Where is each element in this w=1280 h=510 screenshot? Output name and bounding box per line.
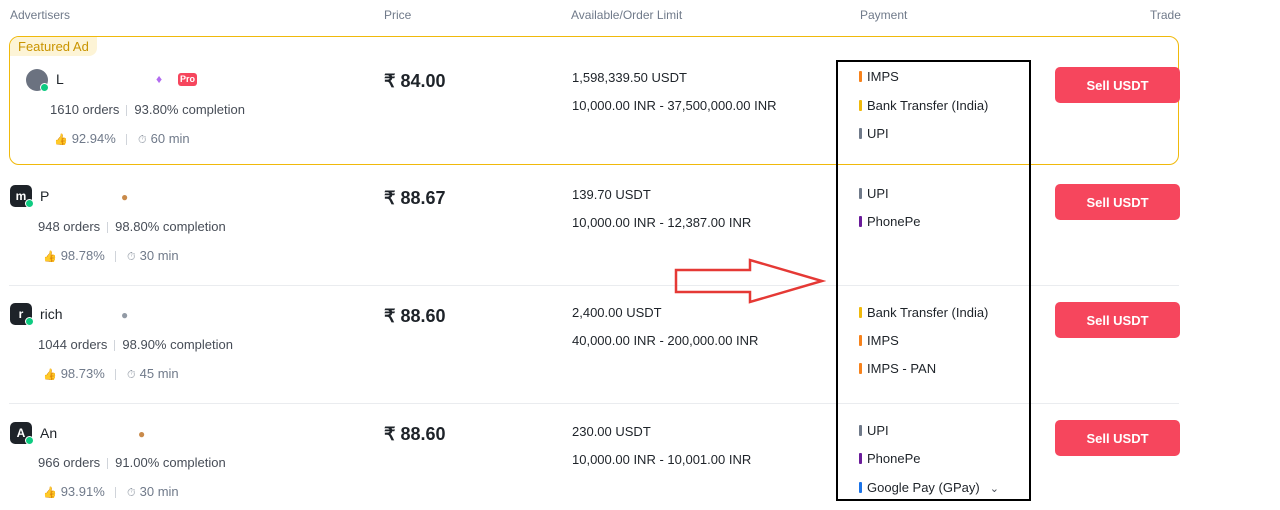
stat-divider xyxy=(126,105,128,117)
verified-diamond-icon: ♦ xyxy=(156,72,163,86)
rating-stats: 👍 92.94% ⏱ 60 min xyxy=(54,131,190,147)
currency-symbol: ₹ xyxy=(384,306,396,326)
cookie-badge-icon: ● xyxy=(121,308,129,322)
payment-time: 45 min xyxy=(139,366,179,381)
order-limit: 10,000.00 INR - 37,500,000.00 INR xyxy=(572,98,777,113)
advertiser-name[interactable]: rich xyxy=(40,306,63,322)
header-trade: Trade xyxy=(1150,8,1181,22)
order-limit: 40,000.00 INR - 200,000.00 INR xyxy=(572,333,759,348)
cookie-badge-icon: ● xyxy=(138,427,146,441)
thumbs-up-icon: 👍 xyxy=(43,369,57,381)
price: ₹ 84.00 xyxy=(384,71,446,92)
header-available: Available/Order Limit xyxy=(571,8,683,22)
thumbs-up-icon: 👍 xyxy=(43,487,57,499)
completion-rate: 98.90% completion xyxy=(122,337,233,352)
positive-rate: 93.91% xyxy=(60,484,105,499)
price: ₹ 88.60 xyxy=(384,424,446,445)
stat-divider xyxy=(126,134,128,146)
order-stats: 966 orders 91.00% completion xyxy=(38,455,226,470)
header-advertisers: Advertisers xyxy=(10,8,71,22)
payment-time: 60 min xyxy=(150,131,190,146)
available-amount: 139.70 USDT xyxy=(572,187,651,202)
stat-divider xyxy=(115,369,117,381)
thumbs-up-icon: 👍 xyxy=(43,251,57,263)
rating-stats: 👍 98.78% ⏱ 30 min xyxy=(43,248,179,264)
advertiser-name[interactable]: An xyxy=(40,425,57,441)
orders-count: 948 orders xyxy=(38,219,101,234)
currency-symbol: ₹ xyxy=(384,188,396,208)
header-payment: Payment xyxy=(860,8,908,22)
payment-time: 30 min xyxy=(139,484,179,499)
stat-divider xyxy=(114,340,116,352)
available-amount: 2,400.00 USDT xyxy=(572,305,662,320)
arrow-shape xyxy=(674,258,826,304)
positive-rate: 98.73% xyxy=(60,366,105,381)
currency-symbol: ₹ xyxy=(384,71,396,91)
orders-count: 1044 orders xyxy=(38,337,108,352)
stat-divider xyxy=(115,251,117,263)
order-limit: 10,000.00 INR - 10,001.00 INR xyxy=(572,452,752,467)
advertiser-name[interactable]: P xyxy=(40,188,49,204)
online-indicator xyxy=(25,317,34,326)
sell-usdt-button[interactable]: Sell USDT xyxy=(1055,302,1180,338)
completion-rate: 98.80% completion xyxy=(115,219,226,234)
sell-usdt-button[interactable]: Sell USDT xyxy=(1055,67,1180,103)
order-stats: 1044 orders 98.90% completion xyxy=(38,337,233,352)
rating-stats: 👍 98.73% ⏱ 45 min xyxy=(43,366,179,382)
thumbs-up-icon: 👍 xyxy=(54,134,68,146)
price-value: 88.60 xyxy=(400,306,446,326)
price-value: 88.67 xyxy=(400,188,446,208)
timer-icon: ⏱ xyxy=(127,487,136,499)
completion-rate: 91.00% completion xyxy=(115,455,226,470)
red-arrow-annotation xyxy=(674,258,826,304)
available-amount: 230.00 USDT xyxy=(572,424,651,439)
stat-divider xyxy=(115,487,117,499)
cookie-badge-icon: ● xyxy=(121,190,129,204)
orders-count: 1610 orders xyxy=(50,102,120,117)
available-amount: 1,598,339.50 USDT xyxy=(572,70,687,85)
positive-rate: 92.94% xyxy=(71,131,116,146)
order-stats: 948 orders 98.80% completion xyxy=(38,219,226,234)
featured-ad-tag: Featured Ad xyxy=(10,37,97,56)
timer-icon: ⏱ xyxy=(127,369,136,381)
timer-icon: ⏱ xyxy=(138,134,147,146)
stat-divider xyxy=(107,458,109,470)
sell-usdt-button[interactable]: Sell USDT xyxy=(1055,420,1180,456)
order-stats: 1610 orders 93.80% completion xyxy=(50,102,245,117)
online-indicator xyxy=(25,199,34,208)
online-indicator xyxy=(40,83,49,92)
orders-count: 966 orders xyxy=(38,455,101,470)
price: ₹ 88.67 xyxy=(384,188,446,209)
currency-symbol: ₹ xyxy=(384,424,396,444)
online-indicator xyxy=(25,436,34,445)
advertiser-name[interactable]: L xyxy=(56,71,64,87)
completion-rate: 93.80% completion xyxy=(134,102,245,117)
price-value: 88.60 xyxy=(400,424,446,444)
positive-rate: 98.78% xyxy=(60,248,105,263)
header-price[interactable]: Price xyxy=(384,8,411,22)
order-limit: 10,000.00 INR - 12,387.00 INR xyxy=(572,215,752,230)
price: ₹ 88.60 xyxy=(384,306,446,327)
pro-badge: Pro xyxy=(178,73,198,86)
price-value: 84.00 xyxy=(400,71,446,91)
rating-stats: 👍 93.91% ⏱ 30 min xyxy=(43,484,179,500)
timer-icon: ⏱ xyxy=(127,251,136,263)
payment-time: 30 min xyxy=(139,248,179,263)
stat-divider xyxy=(107,222,109,234)
highlight-box-annotation xyxy=(836,60,1031,501)
sell-usdt-button[interactable]: Sell USDT xyxy=(1055,184,1180,220)
